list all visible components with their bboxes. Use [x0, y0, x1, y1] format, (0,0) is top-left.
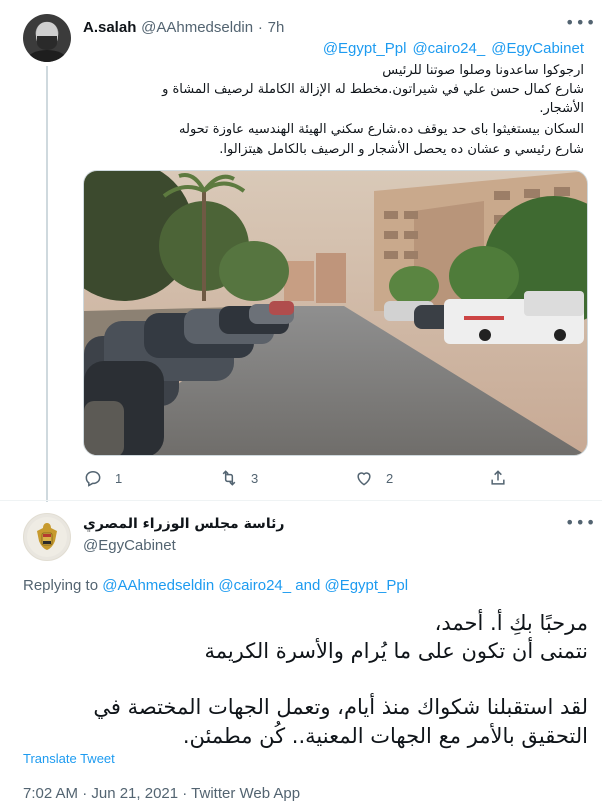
share-icon: [491, 470, 505, 485]
reply-text-line: التحقيق بالأمر مع الجهات المعنية.. كُن م…: [182, 724, 588, 748]
reply-text-line: نتمنى أن تكون على ما يُرام والأسرة الكري…: [204, 639, 588, 663]
retweet-action[interactable]: 3: [219, 468, 258, 488]
replying-targets[interactable]: @AAhmedseldin @cairo24_ and @Egypt_Ppl: [102, 577, 408, 594]
avatar-beard: [37, 36, 57, 50]
retweet-icon: [222, 470, 236, 486]
reply-count: 1: [115, 470, 123, 486]
mentions: @Egypt_Ppl @cairo24_ @EgyCabinet: [317, 40, 584, 57]
replying-to: Replying to @AAhmedseldin @cairo24_ and …: [23, 577, 408, 594]
thread-line: [46, 66, 48, 502]
tweet-text-line: ارجوكوا ساعدونا وصلوا صوتنا للرئيس: [382, 63, 584, 78]
more-icon[interactable]: •••: [565, 515, 596, 531]
mention-link[interactable]: @EgyCabinet: [491, 40, 584, 57]
cabinet-name[interactable]: رئاسة مجلس الوزراء المصري: [83, 516, 284, 532]
author-name[interactable]: A.salah: [83, 19, 136, 36]
mention-link[interactable]: @Egypt_Ppl: [323, 40, 407, 57]
tweet-timestamp[interactable]: 7:02 AM · Jun 21, 2021 · Twitter Web App: [23, 785, 300, 802]
separator-dot: ·: [257, 19, 263, 36]
tweet-text-line: شارع رئيسي و عشان ده يحصل الأشجار و الرص…: [219, 142, 584, 157]
like-count: 2: [386, 470, 394, 486]
replying-prefix: Replying to: [23, 577, 99, 594]
author-avatar[interactable]: [23, 14, 71, 62]
more-icon[interactable]: •••: [565, 15, 596, 31]
reply-text-line: لقد استقبلنا شكواك منذ أيام، وتعمل الجها…: [93, 695, 588, 719]
retweet-count: 3: [251, 470, 259, 486]
reply-icon: [85, 470, 101, 487]
tweet-time[interactable]: 7h: [268, 19, 285, 36]
avatar-shirt: [27, 50, 67, 62]
tweet-photo[interactable]: [83, 170, 588, 456]
cabinet-avatar[interactable]: [23, 513, 71, 561]
like-action[interactable]: 2: [354, 468, 393, 488]
divider: [0, 500, 602, 501]
tweet-text-line: شارع كمال حسن علي في شيراتون.مخطط له الإ…: [162, 82, 584, 97]
mention-link[interactable]: @cairo24_: [412, 40, 485, 57]
like-icon: [357, 472, 371, 486]
cabinet-handle[interactable]: @EgyCabinet: [83, 537, 176, 554]
author-handle[interactable]: @AAhmedseldin: [141, 19, 253, 36]
reply-text-line: مرحبًا بكِ أ. أحمد،: [434, 611, 588, 635]
tweet1-header: A.salah @AAhmedseldin · 7h: [83, 18, 284, 36]
tweet-text-line: السكان بيستغيثوا باى حد يوقف ده.شارع سكن…: [179, 122, 584, 137]
share-action[interactable]: [488, 468, 520, 488]
reply-action[interactable]: 1: [83, 468, 122, 488]
translate-tweet-link[interactable]: Translate Tweet: [23, 751, 115, 766]
tweet-text-line: الأشجار.: [539, 101, 584, 116]
